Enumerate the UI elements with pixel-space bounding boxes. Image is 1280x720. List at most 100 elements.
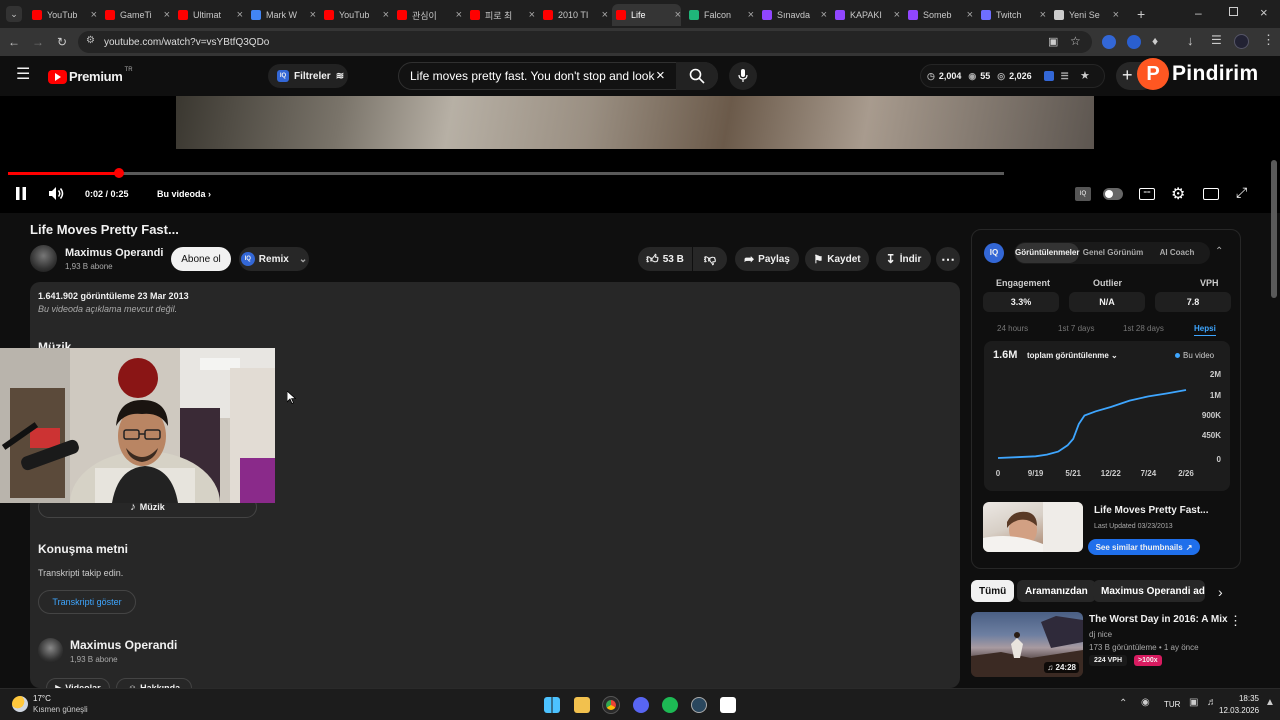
like-button[interactable]: 👍︎ 53 B <box>638 247 692 271</box>
range-24h[interactable]: 24 hours <box>997 324 1028 333</box>
speaker-icon[interactable]: ♬ <box>1207 697 1217 708</box>
collapse-chevron-icon[interactable]: ⌃ <box>1215 246 1223 257</box>
iq-player-button[interactable]: IQ <box>1075 187 1091 201</box>
notifications-icon[interactable]: ▲ <box>1265 697 1275 708</box>
bookmark-star-icon[interactable]: ☆ <box>1070 34 1081 48</box>
network-icon[interactable]: ▣ <box>1189 697 1198 708</box>
browser-tab[interactable]: Mark W × <box>247 4 316 26</box>
see-similar-button[interactable]: See similar thumbnails ↗ <box>1088 539 1200 555</box>
new-tab-button[interactable]: + <box>1137 6 1145 22</box>
more-actions-button[interactable]: ⋯ <box>936 247 960 271</box>
show-transcript-button[interactable]: Transkripti göster <box>38 590 136 614</box>
browser-tab[interactable]: YouTub × <box>320 4 389 26</box>
install-icon[interactable]: ▣ <box>1048 35 1058 48</box>
browser-tab[interactable]: YouTub × <box>28 4 97 26</box>
tab-close-icon[interactable]: × <box>383 9 389 21</box>
address-bar[interactable]: ⚙ youtube.com/watch?v=vsYBtfQ3QDo ▣ ☆ <box>78 31 1092 53</box>
weather-icon[interactable] <box>12 696 28 712</box>
rec-title[interactable]: The Worst Day in 2016: A Mix <box>1089 614 1228 625</box>
windows-start-icon[interactable] <box>544 697 560 713</box>
tab-close-icon[interactable]: × <box>456 9 462 21</box>
extension-icon-1[interactable] <box>1102 35 1116 49</box>
browser-tab[interactable]: 피로 최 × <box>466 4 535 26</box>
page-scrollbar[interactable] <box>1271 160 1277 298</box>
download-icon[interactable]: ↓ <box>1187 33 1194 48</box>
chip-from-search[interactable]: Aramanızdan <box>1017 580 1096 602</box>
progress-bar[interactable] <box>8 168 1004 178</box>
chapter-button[interactable]: Bu videoda › <box>157 189 211 199</box>
browser-tab[interactable]: Falcon × <box>685 4 754 26</box>
back-icon[interactable]: ← <box>6 34 22 50</box>
file-explorer-icon[interactable] <box>574 697 590 713</box>
tab-ai-coach[interactable]: AI Coach <box>1147 243 1207 263</box>
tab-close-icon[interactable]: × <box>602 9 608 21</box>
rec-channel[interactable]: dj nice <box>1089 630 1112 639</box>
browser-tab[interactable]: Yeni Se × <box>1050 4 1119 26</box>
video-player[interactable]: 0:02 / 0:25 Bu videoda › IQ == ⚙ ⤢ <box>0 96 1280 213</box>
browser-tab[interactable]: GameTi × <box>101 4 170 26</box>
extensions-puzzle-icon[interactable]: ♦ <box>1152 34 1158 48</box>
capcut-icon[interactable] <box>720 697 736 713</box>
language-indicator[interactable]: TUR <box>1164 700 1180 709</box>
trophy-icon[interactable]: ★ <box>1080 69 1090 82</box>
mic-tray-icon[interactable]: ◉ <box>1141 697 1150 708</box>
browser-tab[interactable]: 2010 TI × <box>539 4 608 26</box>
steam-icon[interactable] <box>691 697 707 713</box>
spotify-icon[interactable] <box>662 697 678 713</box>
autoplay-toggle[interactable] <box>1103 188 1123 200</box>
tab-close-icon[interactable]: × <box>529 9 535 21</box>
channel-name[interactable]: Maximus Operandi <box>65 247 163 259</box>
save-button[interactable]: ⚑ Kaydet <box>805 247 869 271</box>
browser-tab[interactable]: Sınavda × <box>758 4 827 26</box>
tab-close-icon[interactable]: × <box>894 9 900 21</box>
tab-close-icon[interactable]: × <box>821 9 827 21</box>
tab-views[interactable]: Görüntülenmeler <box>1015 243 1079 263</box>
profile-avatar[interactable] <box>1234 34 1249 49</box>
browser-tab[interactable]: Ultimat × <box>174 4 243 26</box>
forward-icon[interactable]: → <box>30 34 46 50</box>
clear-search-icon[interactable]: × <box>656 67 665 84</box>
related-title[interactable]: Life Moves Pretty Fast... <box>1094 505 1208 516</box>
tab-close-icon[interactable]: × <box>164 9 170 21</box>
discord-icon[interactable] <box>633 697 649 713</box>
range-all[interactable]: Hepsi <box>1194 324 1216 336</box>
rec-thumbnail[interactable]: ♫ 24:28 <box>971 612 1083 677</box>
youtube-logo[interactable]: Premium TR <box>48 67 133 84</box>
tab-search-button[interactable]: ⌄ <box>6 6 22 22</box>
browser-tab[interactable]: 관심이 × <box>393 4 462 26</box>
tray-chevron-icon[interactable]: ⌃ <box>1119 698 1127 709</box>
minimize-button[interactable]: – <box>1195 6 1202 20</box>
voice-search-button[interactable] <box>729 62 757 90</box>
share-button[interactable]: ➦ Paylaş <box>735 247 799 271</box>
site-info-icon[interactable]: ⚙ <box>86 35 95 46</box>
extension-icon-2[interactable] <box>1127 35 1141 49</box>
browser-tab[interactable]: Someb × <box>904 4 973 26</box>
search-input[interactable]: Life moves pretty fast. You don't stop a… <box>398 62 718 90</box>
chips-next-icon[interactable]: › <box>1218 584 1223 600</box>
pause-button[interactable] <box>15 187 27 203</box>
tab-close-icon[interactable]: × <box>310 9 316 21</box>
footer-channel-name[interactable]: Maximus Operandi <box>70 638 177 652</box>
tab-close-icon[interactable]: × <box>675 9 681 21</box>
browser-tab[interactable]: KAPAKI × <box>831 4 900 26</box>
subtitles-icon[interactable]: == <box>1139 188 1155 200</box>
tab-close-icon[interactable]: × <box>237 9 243 21</box>
theater-mode-icon[interactable] <box>1203 188 1219 200</box>
tab-overview[interactable]: Genel Görünüm <box>1081 243 1145 263</box>
clock-date[interactable]: 12.03.2026 <box>1219 706 1259 715</box>
tab-close-icon[interactable]: × <box>1040 9 1046 21</box>
restore-button[interactable] <box>1229 7 1238 16</box>
clock-time[interactable]: 18:35 <box>1219 694 1259 703</box>
browser-menu-icon[interactable]: ⋮ <box>1262 32 1275 48</box>
footer-channel-avatar[interactable] <box>38 638 63 663</box>
close-window-button[interactable]: × <box>1260 5 1268 20</box>
browser-tab[interactable]: Life × <box>612 4 681 26</box>
reload-icon[interactable]: ↻ <box>54 34 70 50</box>
search-button[interactable] <box>676 62 718 90</box>
related-thumbnail[interactable] <box>983 502 1083 552</box>
tab-close-icon[interactable]: × <box>91 9 97 21</box>
fullscreen-icon[interactable]: ⤢ <box>1236 184 1247 201</box>
tab-close-icon[interactable]: × <box>967 9 973 21</box>
volume-button[interactable] <box>48 186 65 204</box>
filters-button[interactable]: IQ Filtreler ≋ <box>268 64 348 88</box>
